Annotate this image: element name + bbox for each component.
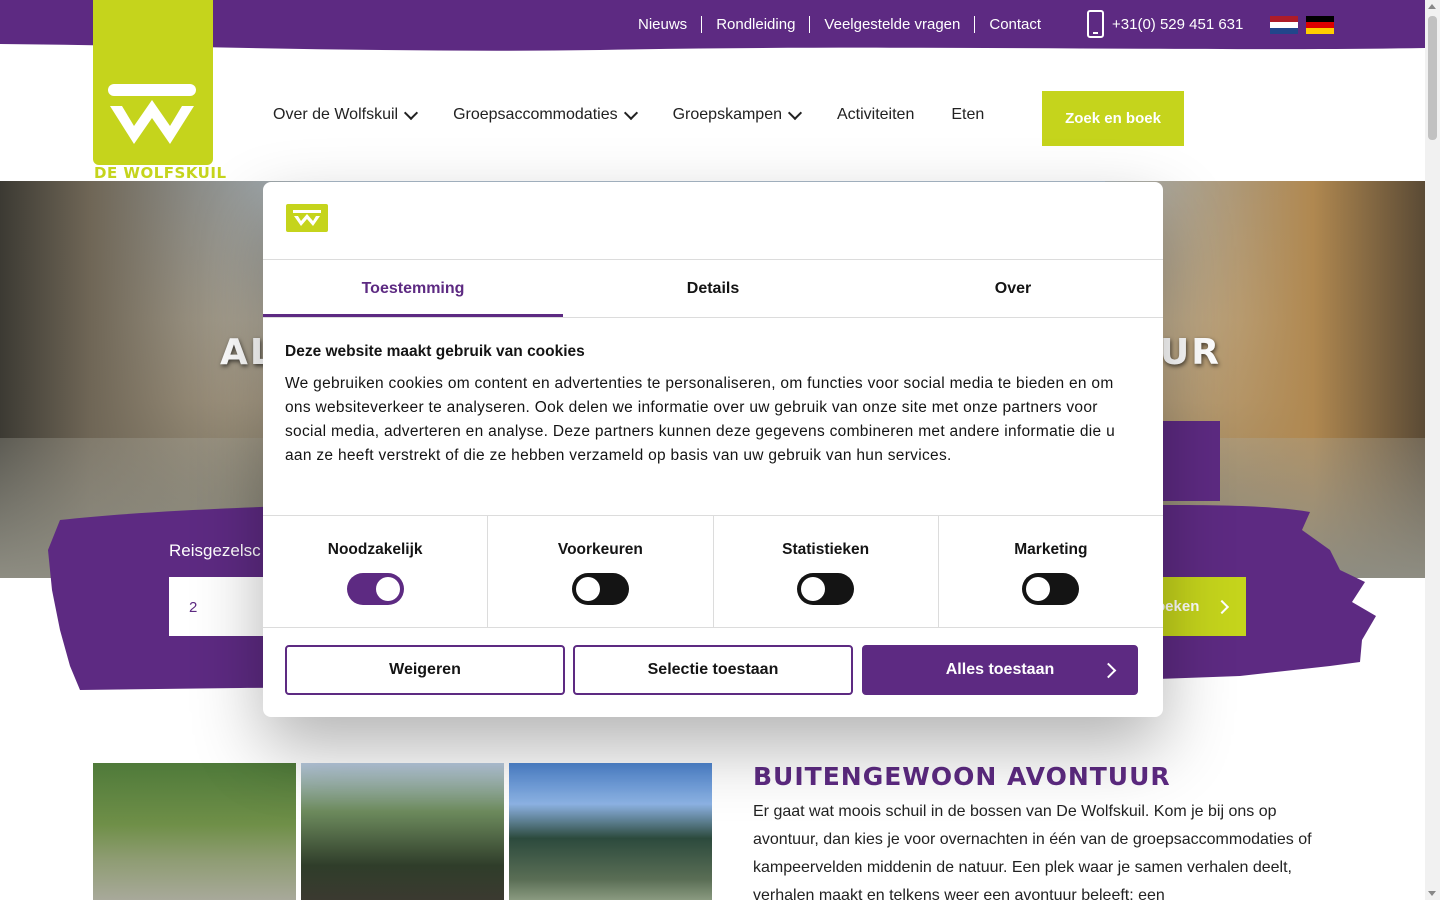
nav-item-label: Over de Wolfskuil [273,106,399,123]
phone-link[interactable]: +31(0) 529 451 631 [1087,10,1243,38]
nav-item-label: Groepskampen [672,106,782,123]
nav-item-label: Groepsaccommodaties [453,106,618,123]
booking-label: Reisgezelsc [169,541,261,560]
chevron-down-icon [623,105,638,120]
toggle-group-noodzakelijk: Noodzakelijk [263,516,489,627]
tab-toestemming[interactable]: Toestemming [263,260,563,317]
scroll-down-icon[interactable] [1428,891,1436,896]
chevron-right-icon [1215,599,1230,614]
dialog-divider [263,317,1163,318]
toggle-label: Noodzakelijk [327,541,423,558]
flag-de-icon[interactable] [1306,16,1334,34]
toggle-noodzakelijk[interactable] [346,573,404,605]
scroll-up-icon[interactable] [1428,4,1436,9]
dialog-logo-icon [286,204,328,232]
travel-party-input[interactable]: 2 [169,577,269,636]
toggle-statistieken[interactable] [797,573,855,605]
toggle-group-statistieken: Statistieken [714,516,939,627]
tab-over[interactable]: Over [863,260,1163,317]
nav-item-over[interactable]: Over de Wolfskuil [273,105,419,124]
flag-nl-icon[interactable] [1270,16,1298,34]
toggle-group-voorkeuren: Voorkeuren [488,516,714,627]
content-title: BUITENGEWOON AVONTUUR [753,762,1171,791]
toggle-marketing[interactable] [1022,573,1080,605]
cookie-dialog: Toestemming Details Over Deze website ma… [263,182,1163,717]
wolf-logo-icon [108,84,196,144]
zoek-en-boek-button[interactable]: Zoek en boek [1042,91,1184,146]
deny-button[interactable]: Weigeren [285,645,565,695]
top-link-rondleiding[interactable]: Rondleiding [702,16,811,33]
toggle-label: Statistieken [782,541,870,558]
photo-house[interactable] [509,763,712,900]
hero-title-right: UR [1160,332,1221,373]
top-link-nieuws[interactable]: Nieuws [624,16,703,33]
toggle-label: Voorkeuren [557,541,643,558]
chevron-right-icon [1100,662,1117,679]
tab-details[interactable]: Details [563,260,863,317]
logo-text: DE WOLFSKUIL [94,164,227,182]
allow-selection-button[interactable]: Selectie toestaan [573,645,853,695]
nav-item-eten[interactable]: Eten [951,106,984,124]
cookie-heading: Deze website maakt gebruik van cookies [285,343,585,360]
chevron-down-icon [787,105,803,120]
top-links: Nieuws Rondleiding Veelgestelde vragen C… [624,16,1055,33]
site-logo[interactable]: DE WOLFSKUIL [93,0,226,182]
allow-all-button[interactable]: Alles toestaan [862,645,1138,695]
scrollbar-thumb[interactable] [1428,16,1437,140]
nav-item-label: Activiteiten [836,106,915,123]
nav-item-label: Eten [951,106,985,123]
search-button[interactable]: oeken [1150,577,1246,636]
photo-strip [93,763,712,900]
allow-all-label: Alles toestaan [945,661,1055,678]
phone-number: +31(0) 529 451 631 [1112,15,1244,33]
cookie-body: We gebruiken cookies om content en adver… [285,375,1115,464]
toggle-label: Marketing [1014,541,1088,558]
page-scrollbar[interactable] [1425,0,1440,900]
main-nav: Over de Wolfskuil Groepsaccommodaties Gr… [273,105,1021,124]
cookie-toggles: Noodzakelijk Voorkeuren Statistieken Mar… [263,515,1163,628]
photo-campsite[interactable] [93,763,296,900]
content-text: Er gaat wat moois schuil in de bossen va… [753,803,1312,900]
top-link-contact[interactable]: Contact [975,16,1055,33]
cookie-tabs: Toestemming Details Over [263,260,1163,317]
phone-icon [1087,10,1104,38]
nav-item-activiteiten[interactable]: Activiteiten [837,106,914,124]
nav-item-groepsaccommodaties[interactable]: Groepsaccommodaties [453,105,638,124]
toggle-group-marketing: Marketing [939,516,1163,627]
toggle-voorkeuren[interactable] [571,573,629,605]
language-switcher [1270,16,1334,34]
photo-cabin[interactable] [301,763,504,900]
top-link-faq[interactable]: Veelgestelde vragen [810,16,976,33]
chevron-down-icon [404,105,419,120]
nav-item-groepskampen[interactable]: Groepskampen [672,105,803,124]
